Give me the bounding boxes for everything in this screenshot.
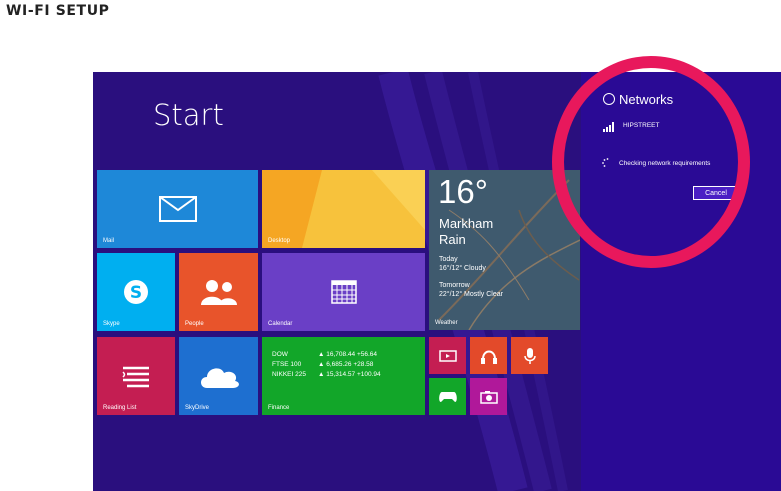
tile-music[interactable] xyxy=(470,337,507,374)
tile-label: Finance xyxy=(268,405,290,411)
tile-desktop[interactable]: Desktop xyxy=(262,170,425,248)
finance-index: NIKKEI 225 xyxy=(272,371,306,378)
tile-people[interactable]: People xyxy=(179,253,258,331)
weather-today-forecast: 16°/12° Cloudy xyxy=(439,265,486,272)
people-icon xyxy=(200,280,237,305)
weather-city: Markham xyxy=(439,216,494,231)
finance-row: NIKKEI 225 ▲ 15,314.57 +100.94 xyxy=(272,371,381,378)
finance-row: FTSE 100 ▲ 6,685.26 +28.58 xyxy=(272,361,373,368)
tile-calendar[interactable]: Calendar xyxy=(262,253,425,331)
tile-label: Mail xyxy=(103,238,115,244)
reading-list-icon xyxy=(122,366,149,388)
video-icon xyxy=(438,349,457,362)
tile-label: SkyDrive xyxy=(185,405,210,411)
mail-icon xyxy=(158,196,197,222)
tile-label: People xyxy=(185,321,204,327)
finance-value: ▲ 15,314.57 +100.94 xyxy=(318,371,381,378)
weather-temperature: 16° xyxy=(438,173,488,210)
desktop-wallpaper xyxy=(302,170,425,248)
weather-today-label: Today xyxy=(439,256,458,263)
highlight-circle xyxy=(552,56,750,268)
tile-mail[interactable]: Mail xyxy=(97,170,258,248)
microphone-icon xyxy=(523,347,536,364)
start-title: Start xyxy=(153,98,224,132)
tile-camera[interactable] xyxy=(470,378,507,415)
tile-skydrive[interactable]: SkyDrive xyxy=(179,337,258,415)
weather-condition: Rain xyxy=(439,232,466,247)
tile-video[interactable] xyxy=(429,337,466,374)
tile-label: Reading List xyxy=(103,405,137,411)
camera-icon xyxy=(479,390,498,404)
headphones-icon xyxy=(480,350,497,364)
tile-skype[interactable]: S Skype xyxy=(97,253,175,331)
tile-label: Desktop xyxy=(268,238,291,244)
finance-value: ▲ 6,685.26 +28.58 xyxy=(318,361,374,368)
tile-label: Skype xyxy=(103,321,120,327)
finance-value: ▲ 16,708.44 +56.64 xyxy=(318,351,378,358)
tile-finance[interactable]: DOW ▲ 16,708.44 +56.64 FTSE 100 ▲ 6,685.26… xyxy=(262,337,425,415)
tile-label: Calendar xyxy=(268,321,293,327)
tile-games[interactable] xyxy=(429,378,466,415)
tile-voice[interactable] xyxy=(511,337,548,374)
calendar-icon xyxy=(330,280,357,304)
finance-row: DOW ▲ 16,708.44 +56.64 xyxy=(272,351,377,358)
finance-index: DOW xyxy=(272,351,288,358)
finance-index: FTSE 100 xyxy=(272,361,302,368)
tile-label: Weather xyxy=(435,320,458,326)
game-controller-icon xyxy=(438,391,457,402)
weather-tomorrow-forecast: 22°/12° Mostly Clear xyxy=(439,291,503,298)
weather-tomorrow-label: Tomorrow xyxy=(439,282,470,289)
tile-reading-list[interactable]: Reading List xyxy=(97,337,175,415)
svg-text:S: S xyxy=(130,283,142,303)
page-heading: WI-FI SETUP xyxy=(6,3,110,19)
skype-icon: S xyxy=(124,280,148,304)
cloud-icon xyxy=(200,368,239,388)
